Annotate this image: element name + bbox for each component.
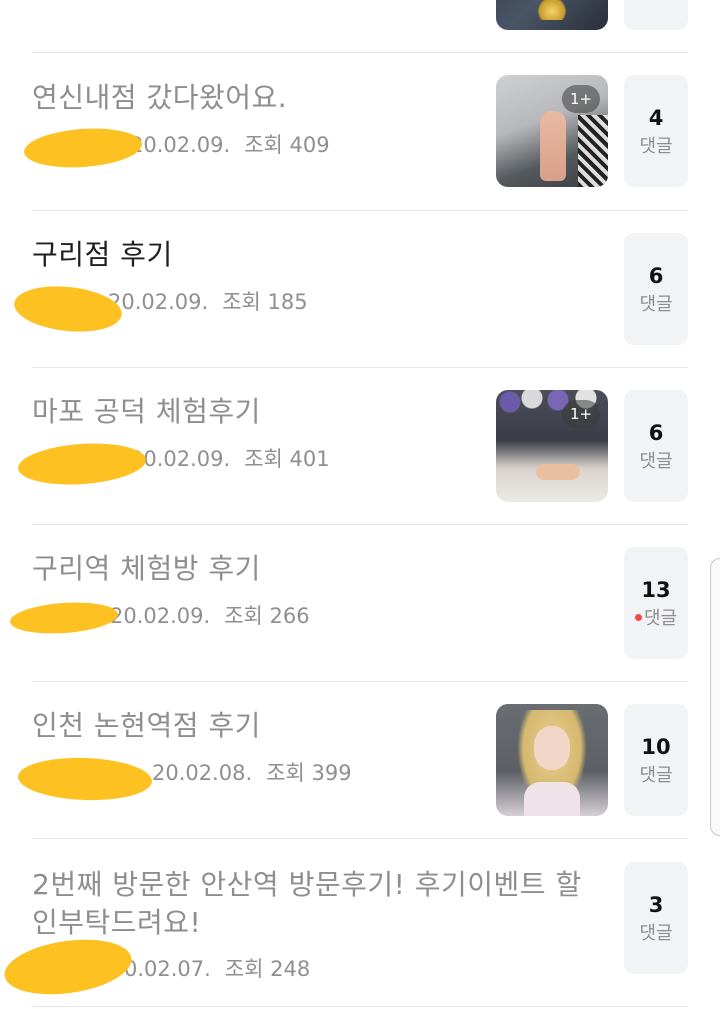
post-date: 20.02.09. — [130, 133, 231, 157]
comment-count: 10 — [641, 735, 671, 759]
post-title[interactable]: 구리역 체험방 후기 — [32, 550, 261, 588]
post-thumbnail[interactable] — [496, 0, 608, 30]
view-count: 조회 399 — [266, 761, 352, 785]
view-count: 조회 409 — [244, 133, 330, 157]
comment-count: 13 — [641, 578, 671, 602]
post-title[interactable]: 연신내점 갔다왔어요. — [32, 79, 287, 117]
list-item[interactable]: 구리역 체험방 후기 20.02.09. 조회 266 13 댓글 — [0, 525, 720, 682]
new-comment-dot — [634, 614, 642, 621]
comment-count-box[interactable]: 13 댓글 — [624, 547, 688, 659]
post-title[interactable]: 마포 공덕 체험후기 — [32, 393, 261, 431]
view-count: 조회 401 — [244, 447, 330, 471]
comment-count-box[interactable]: 4 댓글 — [624, 75, 688, 187]
comment-count-box[interactable] — [624, 0, 688, 30]
post-thumbnail[interactable] — [496, 704, 608, 816]
comment-label: 댓글 — [639, 136, 673, 157]
comment-count: 6 — [648, 421, 664, 445]
view-count: 조회 248 — [224, 957, 311, 981]
post-title[interactable]: 구리점 후기 — [32, 236, 173, 274]
comment-count-box[interactable]: 6 댓글 — [624, 390, 688, 502]
comment-count: 3 — [648, 893, 664, 917]
list-item[interactable]: 연신내점 갔다왔어요. 20.02.09. 조회 409 1+ 4 댓글 — [0, 53, 720, 210]
image-count-badge: 1+ — [562, 400, 600, 428]
list-item[interactable]: 인천 논현역점 후기 20.02.08. 조회 399 10 댓글 — [0, 682, 720, 839]
post-date: 20.02.09. — [108, 290, 209, 314]
post-title[interactable]: 인천 논현역점 후기 — [32, 707, 261, 745]
comment-label: 댓글 — [639, 765, 673, 786]
post-title[interactable]: 2번째 방문한 안산역 방문후기! 후기이벤트 할인부탁드려요! — [32, 866, 592, 942]
post-thumbnail[interactable]: 1+ — [496, 390, 608, 502]
comment-count-box[interactable]: 3 댓글 — [624, 862, 688, 974]
redaction-mark — [9, 599, 119, 637]
comment-count-box[interactable]: 10 댓글 — [624, 704, 688, 816]
image-count-badge: 1+ — [562, 85, 600, 113]
comment-label: 댓글 — [639, 923, 673, 944]
scroll-handle[interactable] — [710, 558, 720, 836]
comment-count: 4 — [648, 106, 664, 130]
community-post-list: 연신내점 갔다왔어요. 20.02.09. 조회 409 1+ 4 댓글 구리점 … — [0, 0, 720, 1009]
list-item[interactable]: 마포 공덕 체험후기 20.02.09. 조회 401 1+ 6 댓글 — [0, 368, 720, 524]
view-count: 조회 185 — [222, 290, 308, 314]
comment-label: 댓글 — [624, 607, 688, 631]
post-thumbnail[interactable]: 1+ — [496, 75, 608, 187]
list-item[interactable]: 구리점 후기 20.02.09. 조회 185 6 댓글 — [0, 211, 720, 367]
post-date: 20.02.08. — [152, 761, 253, 785]
comment-count-box[interactable]: 6 댓글 — [624, 233, 688, 345]
list-item[interactable]: 2번째 방문한 안산역 방문후기! 후기이벤트 할인부탁드려요! 0.02.07… — [0, 839, 720, 1007]
post-date: 0.02.07. — [124, 957, 211, 981]
comment-label: 댓글 — [639, 451, 673, 472]
redaction-mark — [1, 932, 135, 1002]
view-count: 조회 266 — [224, 604, 310, 628]
divider — [32, 1006, 688, 1007]
post-date: 20.02.09. — [110, 604, 211, 628]
comment-count: 6 — [648, 264, 664, 288]
comment-label: 댓글 — [639, 294, 673, 315]
